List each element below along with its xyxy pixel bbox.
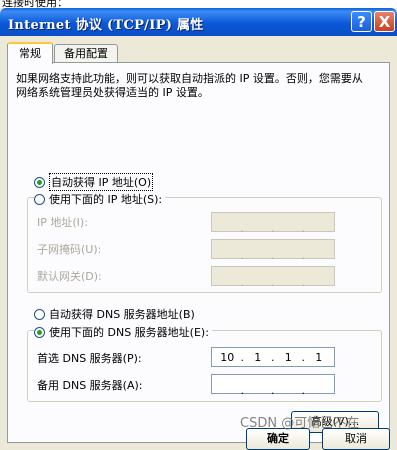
auto-ip-label: 自动获得 IP 地址(O) bbox=[49, 173, 154, 191]
manual-dns-label: 使用下面的 DNS 服务器地址(E): bbox=[49, 326, 209, 339]
preferred-dns-octet: 10 bbox=[220, 350, 235, 364]
help-icon[interactable]: ? bbox=[351, 11, 372, 32]
preferred-dns-octet: 1 bbox=[302, 351, 335, 364]
subnet-mask-label: 子网掩码(U): bbox=[37, 243, 102, 256]
window-title: Internet 协议 (TCP/IP) 属性 bbox=[8, 18, 204, 33]
manual-ip-radio[interactable] bbox=[34, 193, 45, 205]
subnet-mask-field[interactable] bbox=[211, 239, 335, 262]
ip-address-label: IP 地址(I): bbox=[37, 216, 88, 229]
alternate-dns-field[interactable] bbox=[211, 374, 335, 397]
manual-dns-option[interactable]: 使用下面的 DNS 服务器地址(E): bbox=[34, 324, 212, 340]
preferred-dns-octet: 1 bbox=[271, 351, 304, 364]
preferred-dns-field[interactable]: 10 1 1 1 bbox=[211, 347, 335, 367]
alternate-dns-label: 备用 DNS 服务器(A): bbox=[37, 379, 143, 392]
ip-address-field[interactable] bbox=[211, 212, 335, 235]
auto-ip-radio[interactable] bbox=[34, 176, 45, 188]
manual-ip-option[interactable]: 使用下面的 IP 地址(S): bbox=[34, 191, 166, 207]
default-gateway-label: 默认网关(D): bbox=[37, 270, 102, 283]
default-gateway-field[interactable] bbox=[211, 266, 335, 289]
watermark: CSDN @可惜已不在 bbox=[240, 416, 360, 431]
manual-ip-label: 使用下面的 IP 地址(S): bbox=[49, 193, 163, 206]
tab-general[interactable]: 常规 bbox=[7, 42, 53, 64]
title-bar: Internet 协议 (TCP/IP) 属性 ? X bbox=[0, 8, 397, 36]
auto-dns-radio[interactable] bbox=[34, 308, 45, 320]
tab-alternate-configuration[interactable]: 备用配置 bbox=[54, 44, 118, 63]
cancel-button[interactable]: 取消 bbox=[322, 428, 390, 450]
background-window-text: 连接时使用： bbox=[2, 0, 68, 8]
manual-dns-radio[interactable] bbox=[34, 326, 45, 338]
dialog-body: 常规 备用配置 如果网络支持此功能，则可以获取自动指派的 IP 设置。否则，您需… bbox=[0, 36, 397, 450]
description-text: 如果网络支持此功能，则可以获取自动指派的 IP 设置。否则，您需要从网络系统管理… bbox=[16, 72, 363, 99]
auto-dns-label: 自动获得 DNS 服务器地址(B) bbox=[49, 308, 195, 321]
preferred-dns-octet: 1 bbox=[241, 351, 274, 364]
close-icon[interactable]: X bbox=[374, 11, 395, 32]
ok-button[interactable]: 确定 bbox=[246, 428, 310, 450]
auto-dns-option[interactable]: 自动获得 DNS 服务器地址(B) bbox=[34, 306, 195, 322]
preferred-dns-label: 首选 DNS 服务器(P): bbox=[37, 352, 142, 365]
auto-ip-option[interactable]: 自动获得 IP 地址(O) bbox=[34, 173, 154, 191]
tab-panel: 如果网络支持此功能，则可以获取自动指派的 IP 设置。否则，您需要从网络系统管理… bbox=[7, 62, 390, 443]
background-window: 连接时使用： bbox=[0, 0, 397, 8]
